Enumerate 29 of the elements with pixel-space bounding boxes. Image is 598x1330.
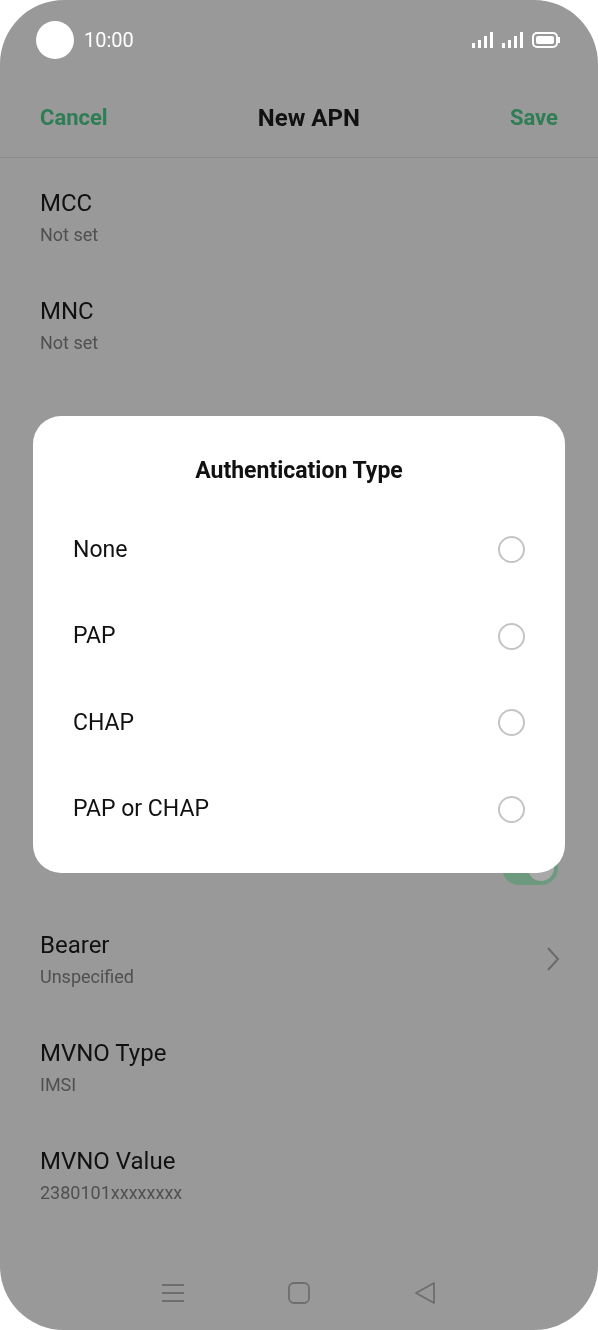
- menu-icon[interactable]: [162, 1283, 184, 1303]
- signal-icon: [472, 32, 494, 48]
- battery-icon: [532, 32, 560, 48]
- radio-button[interactable]: [498, 536, 525, 564]
- radio-option[interactable]: PAP or CHAP: [33, 766, 565, 853]
- home-square-icon[interactable]: [288, 1282, 310, 1304]
- dialog-title: Authentication Type: [194, 456, 404, 486]
- radio-option[interactable]: PAP: [33, 593, 565, 680]
- signal-icon: [502, 32, 524, 48]
- field-label: MVNO Type: [40, 1038, 167, 1069]
- field-label: MCC: [40, 188, 94, 219]
- radio-option[interactable]: None: [33, 506, 565, 593]
- radio-button[interactable]: [498, 795, 525, 823]
- camera-cutout-icon: [36, 21, 74, 59]
- field-label: MNC: [40, 296, 95, 327]
- radio-button[interactable]: [498, 622, 525, 650]
- field-value: IMSI: [40, 1073, 78, 1097]
- status-time: 10:00: [84, 27, 134, 54]
- field-label: Bearer: [40, 930, 111, 961]
- radio-button[interactable]: [498, 709, 525, 737]
- page-title: New APN: [257, 102, 360, 134]
- field-value: Not set: [40, 331, 99, 355]
- field-label: MVNO Value: [40, 1146, 177, 1177]
- chevron-right-icon: [546, 946, 560, 972]
- field-value: Unspecified: [40, 965, 135, 989]
- field-value: 2380101xxxxxxxx: [40, 1181, 183, 1205]
- field-value: Not set: [40, 223, 99, 247]
- back-icon[interactable]: [414, 1281, 436, 1305]
- radio-option[interactable]: CHAP: [33, 679, 565, 766]
